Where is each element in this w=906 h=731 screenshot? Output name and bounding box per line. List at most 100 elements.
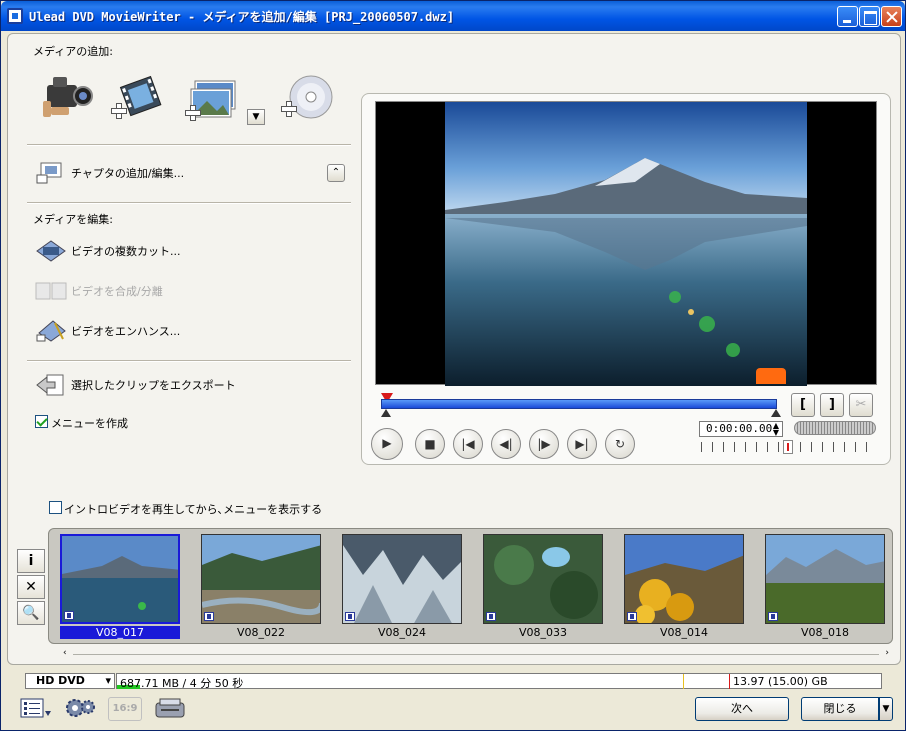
divider: [27, 202, 351, 204]
home-button[interactable]: |◀: [453, 429, 483, 459]
camcorder-icon[interactable]: [39, 71, 95, 121]
add-chapters-link[interactable]: チャプタの追加/編集...: [35, 161, 184, 185]
app-window: Ulead DVD MovieWriter - メディアを追加/編集 [PRJ_…: [0, 0, 906, 731]
close-dropdown-button[interactable]: ▼: [879, 697, 893, 721]
clip-item[interactable]: V08_022: [201, 534, 321, 642]
clip-item[interactable]: V08_033: [483, 534, 603, 642]
previous-frame-icon: ◀|: [499, 437, 513, 451]
video-badge-icon: [64, 611, 74, 620]
scroll-right-arrow[interactable]: ›: [885, 648, 889, 658]
clip-name: V08_017: [60, 626, 180, 639]
preview-screen[interactable]: [375, 101, 877, 386]
disc-capacity-bar: 687.71 MB / 4 分 50 秒 13.97 (15.00) GB: [116, 673, 882, 690]
close-button[interactable]: 閉じる: [801, 697, 879, 721]
split-button[interactable]: ✂: [849, 393, 873, 417]
intro-video-label: イントロビデオを再生してから､メニューを表示する: [64, 503, 323, 516]
add-image-icon[interactable]: [185, 77, 243, 123]
merge-split-link[interactable]: ビデオを合成/分離: [35, 279, 163, 303]
video-badge-icon: [345, 612, 355, 621]
enhance-video-label: ビデオをエンハンス...: [71, 325, 181, 338]
delete-button[interactable]: ✕: [17, 575, 45, 599]
aspect-ratio-button[interactable]: 16:9: [108, 697, 142, 721]
clip-name: V08_022: [236, 626, 286, 639]
info-button[interactable]: i: [17, 549, 45, 573]
next-frame-icon: |▶: [537, 437, 551, 451]
trim-start-handle[interactable]: [381, 409, 391, 417]
delete-icon: ✕: [25, 579, 37, 595]
merge-split-icon: [35, 279, 67, 303]
settings-gear-icon[interactable]: [63, 695, 97, 721]
play-button[interactable]: ▶: [371, 428, 403, 460]
export-clip-label: 選択したクリップをエクスポート: [71, 379, 236, 392]
video-badge-icon: [627, 612, 637, 621]
collapse-button[interactable]: ⌃: [327, 164, 345, 182]
export-clip-link[interactable]: 選択したクリップをエクスポート: [35, 373, 236, 397]
app-icon[interactable]: [7, 8, 23, 24]
add-disc-icon[interactable]: [281, 73, 335, 123]
end-button[interactable]: ▶|: [567, 429, 597, 459]
divider: [27, 360, 351, 362]
video-badge-icon: [486, 612, 496, 621]
plus-icon: [281, 101, 297, 117]
clip-item[interactable]: V08_017: [60, 534, 180, 642]
image-dropdown-button[interactable]: ▼: [247, 109, 265, 125]
title-bar[interactable]: Ulead DVD MovieWriter - メディアを追加/編集 [PRJ_…: [1, 1, 905, 31]
burn-disc-icon[interactable]: [153, 695, 187, 721]
video-badge-icon: [204, 612, 214, 621]
clip-item[interactable]: V08_024: [342, 534, 462, 642]
used-space-text: 687.71 MB / 4 分 50 秒: [120, 677, 244, 690]
capacity-warning-mark: [683, 674, 684, 689]
plus-icon: [111, 103, 127, 119]
project-menu-icon[interactable]: [19, 695, 53, 721]
zoom-button[interactable]: 🔍: [17, 601, 45, 625]
clip-item[interactable]: V08_014: [624, 534, 744, 642]
clip-thumbnail: [342, 534, 462, 624]
multi-trim-icon: [35, 239, 67, 263]
clip-thumbnail: [60, 534, 180, 624]
mark-out-button[interactable]: ]: [820, 393, 844, 417]
disc-type-select[interactable]: HD DVD: [25, 673, 115, 689]
stop-icon: ■: [424, 437, 436, 451]
shuttle-control[interactable]: [794, 421, 876, 435]
previous-frame-button[interactable]: ◀|: [491, 429, 521, 459]
merge-split-label: ビデオを合成/分離: [71, 285, 163, 298]
create-menu-checkbox[interactable]: [35, 415, 48, 428]
trim-end-handle[interactable]: [771, 409, 781, 417]
plus-icon: [185, 105, 201, 121]
clip-thumbnail: [483, 534, 603, 624]
close-window-button[interactable]: [881, 6, 902, 27]
clip-thumbnail: [624, 534, 744, 624]
preview-video-frame: [445, 102, 807, 386]
scroll-left-arrow[interactable]: ‹: [63, 648, 67, 658]
enhance-video-link[interactable]: ビデオをエンハンス...: [35, 319, 180, 343]
clip-name: V08_018: [800, 626, 850, 639]
timecode-spinner[interactable]: ▲ ▼: [771, 422, 781, 437]
timeline-bar[interactable]: [381, 399, 777, 409]
export-icon: [35, 373, 67, 397]
repeat-button[interactable]: ↻: [605, 429, 635, 459]
multi-trim-label: ビデオの複数カット...: [71, 245, 181, 258]
lens-flare: [756, 368, 786, 384]
clip-name: V08_014: [659, 626, 709, 639]
intro-video-checkbox[interactable]: [49, 501, 62, 514]
minimize-button[interactable]: [837, 6, 858, 27]
add-video-icon[interactable]: [109, 73, 165, 123]
play-icon: ▶: [382, 436, 392, 450]
enhance-icon: [35, 319, 67, 343]
volume-slider-thumb[interactable]: [783, 440, 793, 454]
next-button[interactable]: 次へ: [695, 697, 789, 721]
add-media-label: メディアの追加:: [33, 45, 113, 58]
home-icon: |◀: [461, 437, 475, 451]
stop-button[interactable]: ■: [415, 429, 445, 459]
repeat-icon: ↻: [614, 437, 626, 451]
capacity-limit-mark: [729, 674, 730, 689]
mark-in-button[interactable]: [: [791, 393, 815, 417]
magnifier-icon: 🔍: [22, 605, 40, 621]
clip-item[interactable]: V08_018: [765, 534, 885, 642]
multi-trim-link[interactable]: ビデオの複数カット...: [35, 239, 181, 263]
chapter-icon: [35, 161, 67, 185]
maximize-button[interactable]: [859, 6, 880, 27]
next-frame-button[interactable]: |▶: [529, 429, 559, 459]
clip-scrollbar[interactable]: ‹ ›: [63, 648, 889, 658]
total-capacity-text: 13.97 (15.00) GB: [733, 675, 828, 688]
